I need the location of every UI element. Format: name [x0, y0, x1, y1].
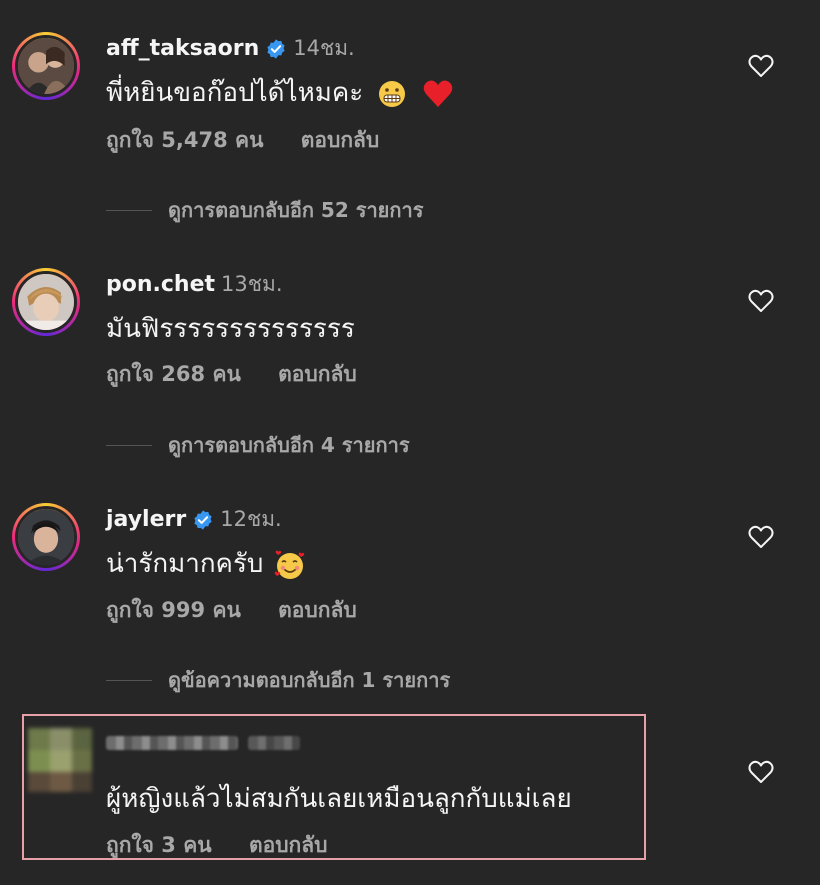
divider	[106, 444, 152, 446]
verified-badge-icon	[267, 38, 285, 59]
like-count[interactable]: ถูกใจ 999 คน	[106, 598, 241, 622]
comment-text-row: น่ารักมากครับ	[106, 543, 306, 584]
heart-outline-icon[interactable]	[748, 525, 774, 549]
username-blurred	[106, 736, 238, 750]
comment-time: 13ชม.	[221, 272, 283, 296]
avatar[interactable]	[12, 32, 80, 100]
red-heart-icon	[423, 80, 453, 107]
comment-header-blurred	[106, 736, 300, 750]
comment-text: พี่หยินขอก๊อปได้ไหมคะ	[106, 78, 364, 108]
avatar[interactable]	[12, 503, 80, 571]
verified-badge-icon	[194, 509, 212, 530]
avatar-image	[18, 38, 74, 94]
view-replies-label: ดูการตอบกลับอีก 4 รายการ	[168, 433, 410, 457]
like-count[interactable]: ถูกใจ 268 คน	[106, 362, 241, 386]
comment-text: ผู้หญิงแล้วไม่สมกันเลยเหมือนลูกกับแม่เลย	[106, 784, 572, 814]
comment-header: aff_taksaorn 14ชม.	[106, 32, 355, 65]
heart-outline-icon[interactable]	[748, 54, 774, 78]
smiling-face-with-hearts-icon	[274, 550, 304, 579]
comment-meta: ถูกใจ 5,478 คน ตอบกลับ	[106, 124, 379, 157]
username[interactable]: jaylerr	[106, 507, 186, 532]
view-replies-button[interactable]: ดูการตอบกลับอีก 52 รายการ	[106, 194, 423, 226]
reply-button[interactable]: ตอบกลับ	[278, 598, 357, 622]
heart-outline-icon[interactable]	[748, 760, 774, 784]
username[interactable]: aff_taksaorn	[106, 36, 259, 61]
divider	[106, 679, 152, 681]
comment-text-row: ผู้หญิงแล้วไม่สมกันเลยเหมือนลูกกับแม่เลย	[106, 778, 572, 819]
time-blurred	[248, 736, 300, 750]
grimacing-face-icon	[379, 80, 406, 107]
view-replies-button[interactable]: ดูข้อความตอบกลับอีก 1 รายการ	[106, 664, 450, 696]
avatar-image	[18, 274, 74, 330]
reply-button[interactable]: ตอบกลับ	[278, 362, 357, 386]
like-count[interactable]: ถูกใจ 5,478 คน	[106, 128, 263, 152]
comment-text: น่ารักมากครับ	[106, 549, 264, 579]
avatar[interactable]	[28, 728, 92, 792]
comment-header: pon.chet 13ชม.	[106, 268, 283, 301]
view-replies-button[interactable]: ดูการตอบกลับอีก 4 รายการ	[106, 429, 410, 461]
comment-meta: ถูกใจ 3 คน ตอบกลับ	[106, 829, 327, 862]
reply-button[interactable]: ตอบกลับ	[249, 833, 328, 857]
view-replies-label: ดูการตอบกลับอีก 52 รายการ	[168, 198, 424, 222]
comment-text: มันฟิรรรรรรรรรรรรรร	[106, 314, 355, 344]
reply-button[interactable]: ตอบกลับ	[301, 128, 380, 152]
comment-meta: ถูกใจ 999 คน ตอบกลับ	[106, 594, 357, 627]
comment-text-row: มันฟิรรรรรรรรรรรรรร	[106, 308, 355, 349]
like-count[interactable]: ถูกใจ 3 คน	[106, 833, 212, 857]
heart-outline-icon[interactable]	[748, 289, 774, 313]
view-replies-label: ดูข้อความตอบกลับอีก 1 รายการ	[168, 668, 451, 692]
avatar-image	[18, 509, 74, 565]
comment-header: jaylerr 12ชม.	[106, 503, 282, 536]
comment-time: 12ชม.	[220, 507, 282, 531]
comment-meta: ถูกใจ 268 คน ตอบกลับ	[106, 358, 357, 391]
username[interactable]: pon.chet	[106, 272, 215, 297]
avatar[interactable]	[12, 268, 80, 336]
comment-time: 14ชม.	[293, 36, 355, 60]
avatar-image-blurred	[28, 728, 92, 792]
comment-text-row: พี่หยินขอก๊อปได้ไหมคะ	[106, 72, 454, 113]
divider	[106, 209, 152, 211]
